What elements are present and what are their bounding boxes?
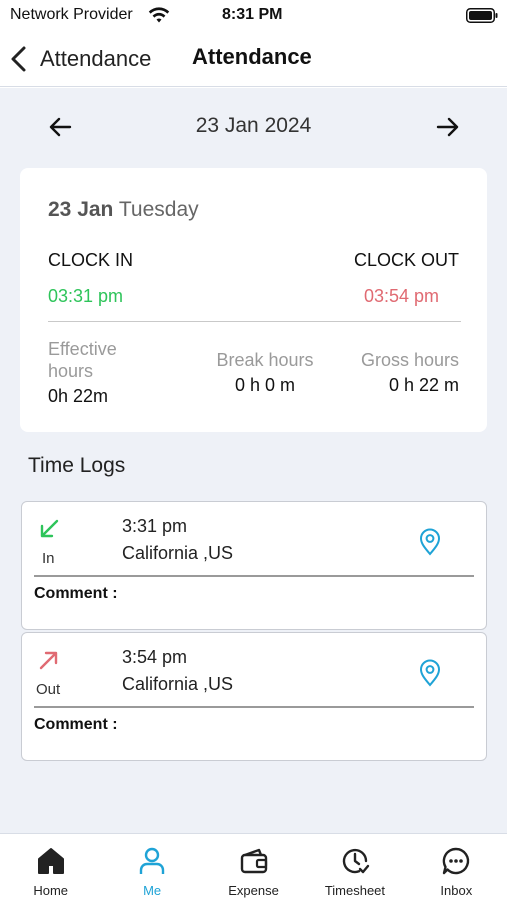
clock-out-label: CLOCK OUT (353, 250, 459, 270)
tab-label: Inbox (440, 883, 473, 898)
navigation-bar: Attendance Attendance (0, 32, 507, 87)
gross-hours-stat: Gross hours 0 h 22 m (329, 349, 459, 396)
tab-label: Home (33, 883, 69, 898)
gross-hours-label: Gross hours (360, 350, 459, 370)
page-title: Attendance (192, 44, 312, 69)
tab-me[interactable]: Me (101, 834, 202, 900)
time-log-card-out: Out 3:54 pm California ,US Comment : (21, 632, 487, 761)
tab-label: Expense (228, 883, 279, 898)
log-divider (34, 706, 474, 708)
break-hours-value: 0 h 0 m (234, 375, 296, 395)
summary-date: 23 Jan Tuesday (48, 198, 199, 222)
log-direction-label: Out (36, 681, 61, 698)
home-icon (37, 848, 64, 874)
log-divider (34, 575, 474, 577)
break-hours-label: Break hours (216, 350, 314, 370)
summary-divider (48, 321, 461, 322)
clock-check-icon (342, 848, 370, 874)
clock-in-label: CLOCK IN (48, 250, 134, 270)
tab-expense[interactable]: Expense (203, 834, 304, 900)
log-location: California ,US (122, 674, 234, 694)
log-time: 3:54 pm (122, 647, 188, 667)
back-label: Attendance (40, 46, 152, 71)
back-button[interactable]: Attendance (8, 42, 151, 76)
time-log-card-in: In 3:31 pm California ,US Comment : (21, 501, 487, 630)
summary-weekday: Tuesday (118, 198, 199, 221)
tab-inbox[interactable]: Inbox (406, 834, 507, 900)
effective-hours-label: Effective hours (48, 339, 117, 381)
log-location: California ,US (122, 543, 234, 563)
time-logs-heading: Time Logs (28, 454, 126, 477)
break-hours-stat: Break hours 0 h 0 m (200, 349, 330, 396)
chevron-left-icon (11, 46, 26, 72)
next-date-arrow-icon[interactable] (434, 114, 460, 140)
log-direction-label: In (42, 550, 55, 567)
main-content: 23 Jan 2024 23 Jan Tuesday CLOCK IN CLOC… (0, 88, 507, 833)
clock-out-time: 03:54 pm (363, 286, 439, 306)
log-time: 3:31 pm (122, 516, 188, 536)
clock-in-time: 03:31 pm (48, 286, 124, 306)
battery-icon (466, 8, 498, 23)
location-pin-icon[interactable] (418, 659, 442, 687)
carrier-label: Network Provider (10, 6, 133, 23)
gross-hours-value: 0 h 22 m (388, 375, 459, 395)
effective-hours-stat: Effective hours 0h 22m (48, 338, 158, 407)
bottom-tab-bar: Home Me Expense Timesheet Inbox (0, 833, 507, 900)
chat-icon (443, 847, 470, 875)
wallet-icon (240, 848, 267, 874)
tab-timesheet[interactable]: Timesheet (304, 834, 405, 900)
tab-home[interactable]: Home (0, 834, 101, 900)
clock-time: 8:31 PM (222, 6, 283, 23)
log-comment-label: Comment : (34, 716, 118, 733)
arrow-up-right-icon (39, 651, 58, 670)
location-pin-icon[interactable] (418, 528, 442, 556)
tab-label: Timesheet (324, 883, 386, 898)
attendance-summary-card: 23 Jan Tuesday CLOCK IN CLOCK OUT 03:31 … (20, 168, 487, 432)
log-comment-label: Comment : (34, 585, 118, 602)
tab-label: Me (143, 883, 162, 898)
summary-date-day-month: 23 Jan (48, 198, 114, 221)
person-icon (139, 847, 165, 874)
date-navigator: 23 Jan 2024 (0, 106, 507, 150)
arrow-down-left-icon (40, 519, 59, 538)
selected-date: 23 Jan 2024 (195, 114, 312, 137)
wifi-icon (148, 7, 170, 23)
effective-hours-value: 0h 22m (48, 386, 109, 406)
status-bar: Network Provider 8:31 PM (0, 0, 507, 32)
